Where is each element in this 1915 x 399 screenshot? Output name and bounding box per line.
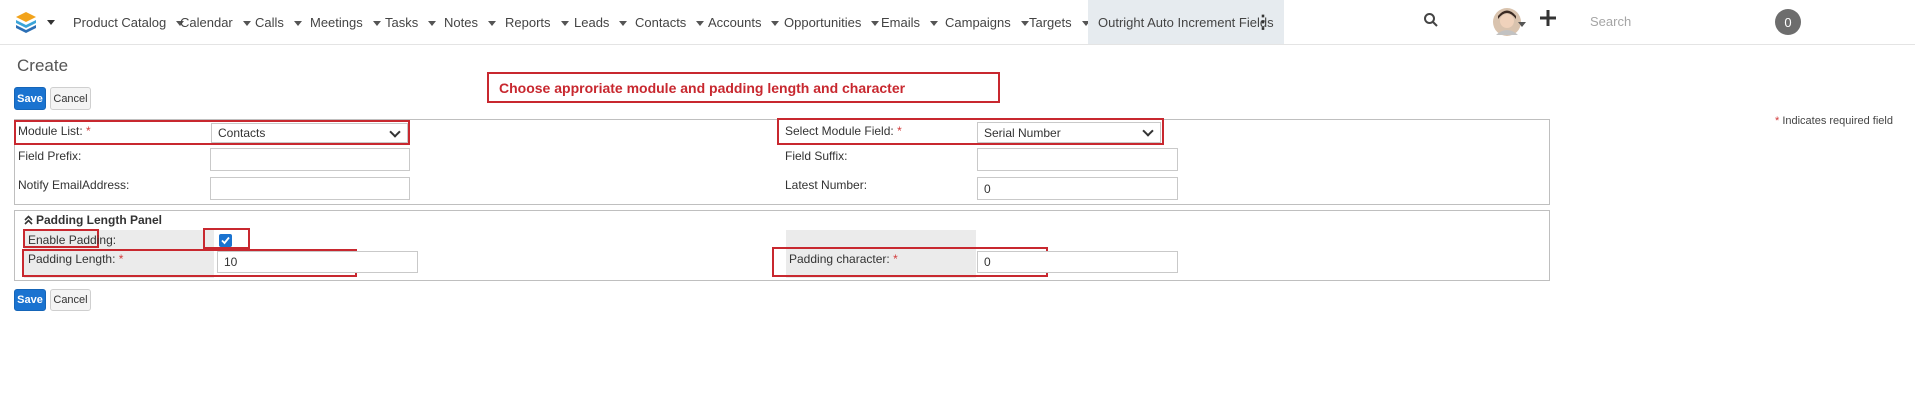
module-list-label-text: Module List: [18,124,83,138]
nav-label: Reports [505,14,551,30]
nav-label: Calendar [180,14,233,30]
nav-emails[interactable]: Emails [881,0,939,44]
plus-icon[interactable] [1540,10,1556,26]
nav-label: Contacts [635,14,687,30]
nav-label: Tasks [385,14,419,30]
field-prefix-input[interactable] [210,148,410,171]
field-prefix-label: Field Prefix: [18,149,82,163]
nav-label: Opportunities [784,14,862,30]
nav-label: Meetings [310,14,363,30]
required-star: * [86,124,91,138]
nav-targets[interactable]: Targets [1029,0,1090,44]
nav-opportunities[interactable]: Opportunities [784,0,880,44]
cancel-button-bottom[interactable]: Cancel [50,289,91,311]
nav-accounts[interactable]: Accounts [708,0,780,44]
nav-notes[interactable]: Notes [444,0,496,44]
padding-character-label-text: Padding character: [789,252,890,266]
caret-down-icon[interactable] [560,20,569,26]
caret-down-icon[interactable] [1020,20,1029,26]
required-note-text: Indicates required field [1782,115,1893,127]
field-suffix-label: Field Suffix: [785,149,848,163]
nav-label: Targets [1029,14,1072,30]
padding-panel-header[interactable]: Padding Length Panel [24,213,162,227]
nav-label: Emails [881,14,921,30]
cancel-button[interactable]: Cancel [50,87,91,110]
nav-tasks[interactable]: Tasks [385,0,437,44]
nav-label: Notes [444,14,478,30]
caret-down-icon[interactable] [487,20,496,26]
caret-down-icon[interactable] [428,20,437,26]
nav-calendar[interactable]: Calendar [180,0,251,44]
chevron-down-icon [1142,125,1154,137]
caret-down-icon[interactable] [372,20,381,26]
required-star: * [893,252,898,266]
padding-length-input[interactable]: 10 [217,251,418,273]
padding-character-input[interactable]: 0 [977,251,1178,273]
checkmark-icon [221,236,230,245]
select-module-field-label: Select Module Field: * [785,124,902,138]
nav-product-catalog[interactable]: Product Catalog [73,0,185,44]
nav-meetings[interactable]: Meetings [310,0,381,44]
nav-calls[interactable]: Calls [255,0,302,44]
latest-number-input[interactable]: 0 [977,177,1178,200]
required-star: * [1774,115,1780,127]
notification-badge[interactable]: 0 [1775,9,1801,35]
chevron-down-icon [389,126,401,138]
nav-contacts[interactable]: Contacts [635,0,705,44]
annotation-callout: Choose approriate module and padding len… [487,72,1000,103]
notify-email-input[interactable] [210,177,410,200]
required-star: * [897,124,902,138]
nav-label: Leads [574,14,610,30]
padding-character-label: Padding character: * [789,252,898,266]
select-module-field-select[interactable]: Serial Number [977,122,1161,143]
nav-leads[interactable]: Leads [574,0,628,44]
search-input[interactable] [1586,6,1744,36]
caret-down-icon[interactable] [619,20,628,26]
stack-logo-icon [16,12,55,33]
padding-length-label: Padding Length: * [28,252,123,266]
more-menu-icon[interactable]: ⋮ [1254,0,1272,44]
field-suffix-input[interactable] [977,148,1178,171]
search-icon[interactable] [1423,12,1439,28]
caret-down-icon[interactable] [930,20,939,26]
required-field-note: * Indicates required field [1775,115,1893,127]
latest-number-label: Latest Number: [785,178,868,192]
module-list-value: Contacts [218,126,266,140]
search-box [1586,6,1746,38]
nav-label: Product Catalog [73,14,167,30]
padding-length-label-text: Padding Length: [28,252,116,266]
nav-label: Outright Auto Increment Fields [1098,14,1274,30]
nav-campaigns[interactable]: Campaigns [945,0,1029,44]
top-navigation-bar: Product Catalog Calendar Calls Meetings … [0,0,1915,45]
caret-down-icon[interactable] [242,20,251,26]
caret-down-icon[interactable] [871,20,880,26]
nav-label: Calls [255,14,284,30]
nav-label: Campaigns [945,14,1011,30]
select-module-field-value: Serial Number [984,125,1061,140]
nav-label: Accounts [708,14,762,30]
notify-email-label: Notify EmailAddress: [18,178,130,192]
select-module-field-label-text: Select Module Field: [785,124,894,138]
caret-down-icon[interactable] [771,20,780,26]
enable-padding-label: Enable Padding: [28,233,117,247]
save-button-bottom[interactable]: Save [14,289,46,311]
app-logo-menu[interactable] [14,10,60,34]
caret-down-icon[interactable] [293,20,302,26]
save-button[interactable]: Save [14,87,46,110]
nav-reports[interactable]: Reports [505,0,569,44]
collapse-chevron-icon [24,215,33,225]
required-star: * [118,252,124,266]
caret-down-icon[interactable] [1518,15,1526,27]
padding-panel-title: Padding Length Panel [36,213,163,227]
caret-down-icon[interactable] [696,20,705,26]
module-list-label: Module List: * [18,124,91,138]
enable-padding-checkbox[interactable] [219,234,232,247]
module-list-select[interactable]: Contacts [211,123,408,143]
page-title: Create [17,56,69,75]
